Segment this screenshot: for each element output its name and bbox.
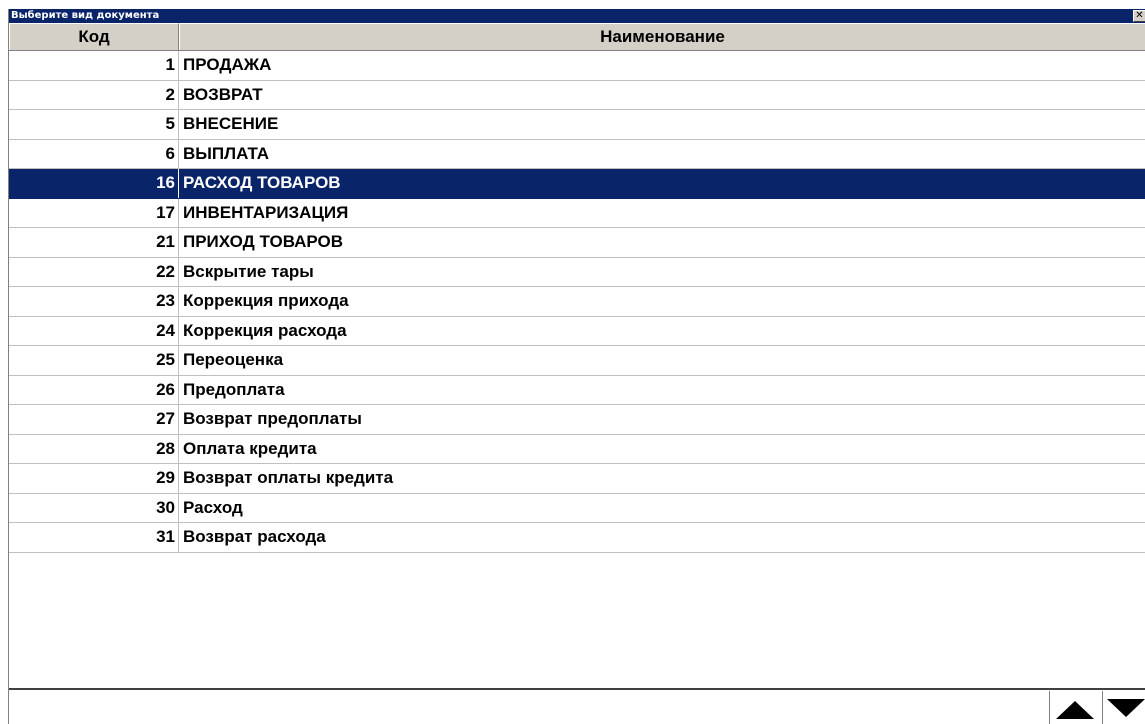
row-name: Коррекция прихода (183, 291, 349, 310)
close-icon: ✕ (1135, 10, 1144, 21)
scroll-down-button[interactable] (1102, 691, 1145, 724)
document-type-dialog: Выберите вид документа ✕ Код Наименовани… (8, 9, 1145, 724)
row-name: ВОЗВРАТ (183, 84, 263, 104)
search-input[interactable] (9, 690, 1049, 724)
document-type-list: 1 ПРОДАЖА 2 ВОЗВРАТ 5 ВНЕСЕНИЕ 6 ВЫПЛАТА 16 РАСХО… (9, 51, 1145, 553)
column-divider (178, 405, 179, 434)
row-name: Возврат расхода (183, 527, 326, 546)
column-divider (178, 434, 179, 463)
row-code: 25 (156, 350, 175, 369)
table-header: Код Наименование (9, 23, 1145, 51)
row-code: 22 (156, 261, 175, 281)
row-code: 16 (156, 173, 175, 192)
row-code: 28 (156, 438, 175, 458)
table-row[interactable]: 21 ПРИХОД ТОВАРОВ (9, 228, 1145, 258)
row-name: Переоценка (183, 350, 284, 369)
row-name: Вскрытие тары (183, 261, 314, 281)
column-header-name[interactable]: Наименование (179, 23, 1145, 50)
row-code: 31 (156, 527, 175, 546)
table-row[interactable]: 28 Оплата кредита (9, 434, 1145, 464)
row-name: Предоплата (183, 379, 285, 399)
window-title: Выберите вид документа (11, 10, 160, 21)
column-divider (178, 493, 179, 522)
table-row[interactable]: 25 Переоценка (9, 346, 1145, 376)
row-name: ВНЕСЕНИЕ (183, 114, 279, 133)
table-row[interactable]: 22 Вскрытие тары (9, 257, 1145, 287)
column-header-code[interactable]: Код (9, 23, 179, 50)
row-name: Возврат оплаты кредита (183, 468, 394, 487)
title-bar[interactable]: Выберите вид документа ✕ (9, 9, 1145, 23)
row-code: 24 (156, 320, 175, 340)
row-code: 26 (156, 379, 175, 399)
table-row[interactable]: 31 Возврат расхода (9, 523, 1145, 553)
table-row[interactable]: 30 Расход (9, 493, 1145, 523)
row-name: РАСХОД ТОВАРОВ (183, 173, 341, 192)
table-row[interactable]: 6 ВЫПЛАТА (9, 139, 1145, 169)
row-name: Коррекция расхода (183, 320, 347, 340)
row-code: 6 (165, 143, 175, 163)
column-divider (178, 523, 179, 552)
row-name: Расход (183, 497, 243, 517)
close-button[interactable]: ✕ (1133, 10, 1145, 22)
row-code: 23 (156, 291, 175, 310)
column-divider (178, 316, 179, 345)
row-name: ПРИХОД ТОВАРОВ (183, 232, 344, 251)
row-name: Возврат предоплаты (183, 409, 362, 428)
column-divider (178, 169, 179, 198)
column-divider (178, 80, 179, 109)
row-code: 17 (156, 202, 175, 222)
column-divider (178, 198, 179, 227)
bottom-bar (9, 688, 1145, 724)
row-code: 30 (156, 497, 175, 517)
row-code: 2 (165, 84, 175, 104)
table-row[interactable]: 23 Коррекция прихода (9, 287, 1145, 317)
column-divider (178, 346, 179, 375)
column-divider (178, 110, 179, 139)
column-divider (178, 257, 179, 286)
table-row[interactable]: 5 ВНЕСЕНИЕ (9, 110, 1145, 140)
scroll-up-button[interactable] (1049, 691, 1094, 724)
table-row[interactable]: 16 РАСХОД ТОВАРОВ (9, 169, 1145, 199)
table-row[interactable]: 26 Предоплата (9, 375, 1145, 405)
row-name: Оплата кредита (183, 438, 317, 458)
row-code: 1 (165, 55, 175, 74)
row-code: 29 (156, 468, 175, 487)
table-row[interactable]: 27 Возврат предоплаты (9, 405, 1145, 435)
table-row[interactable]: 1 ПРОДАЖА (9, 51, 1145, 81)
column-divider (178, 51, 179, 80)
row-name: ИНВЕНТАРИЗАЦИЯ (183, 202, 349, 222)
row-name: ПРОДАЖА (183, 55, 272, 74)
arrow-up-icon (1056, 701, 1094, 719)
column-divider (178, 375, 179, 404)
table-row[interactable]: 17 ИНВЕНТАРИЗАЦИЯ (9, 198, 1145, 228)
column-divider (178, 139, 179, 168)
row-code: 5 (165, 114, 175, 133)
row-code: 21 (156, 232, 175, 251)
column-divider (178, 228, 179, 257)
table-row[interactable]: 24 Коррекция расхода (9, 316, 1145, 346)
table-row[interactable]: 2 ВОЗВРАТ (9, 80, 1145, 110)
column-divider (178, 287, 179, 316)
arrow-down-icon (1107, 699, 1145, 717)
row-name: ВЫПЛАТА (183, 143, 270, 163)
row-code: 27 (156, 409, 175, 428)
table-row[interactable]: 29 Возврат оплаты кредита (9, 464, 1145, 494)
column-divider (178, 464, 179, 493)
